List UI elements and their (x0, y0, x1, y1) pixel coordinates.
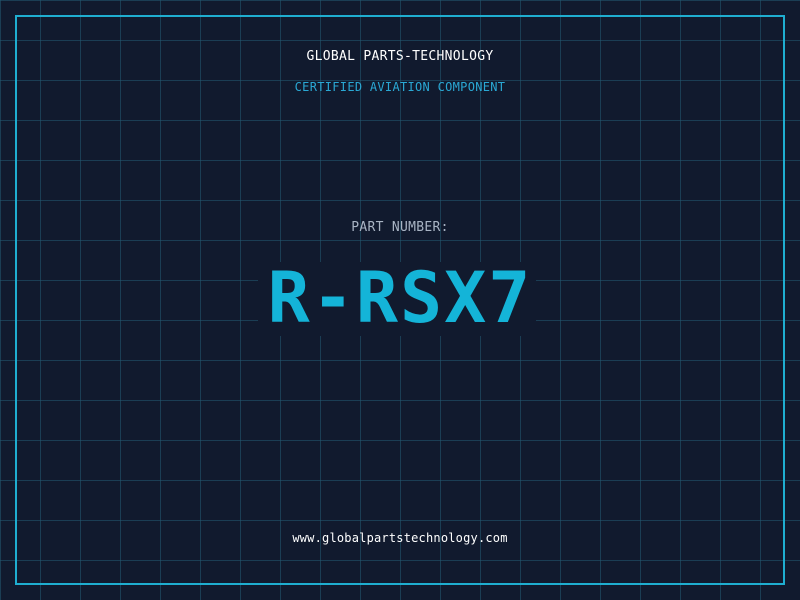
part-number-label: PART NUMBER: (351, 220, 449, 235)
company-name: GLOBAL PARTS-TECHNOLOGY (306, 49, 494, 64)
website-url: www.globalpartstechnology.com (292, 531, 508, 545)
part-number-value: R-RSX7 (267, 257, 533, 339)
certification-tagline: CERTIFIED AVIATION COMPONENT (294, 80, 506, 94)
